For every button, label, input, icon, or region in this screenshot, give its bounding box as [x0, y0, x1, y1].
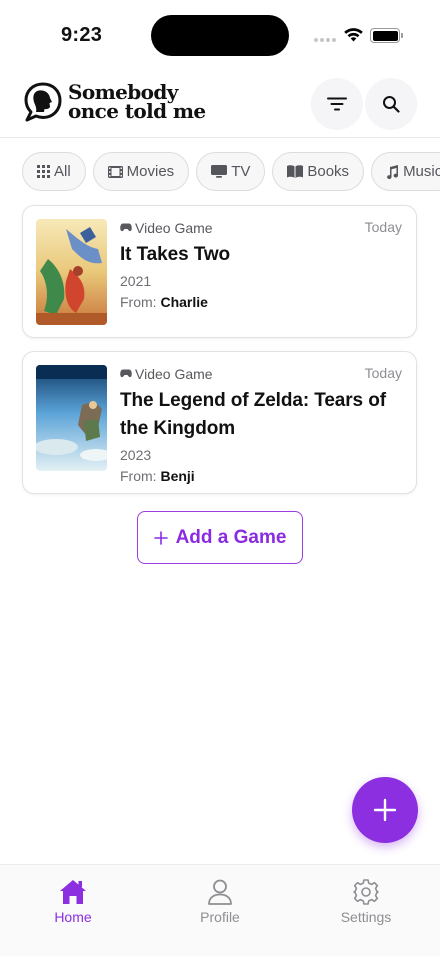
media-type-text: Video Game: [135, 365, 213, 382]
from-label: From:: [120, 294, 157, 310]
game-cover-image: [36, 219, 107, 325]
search-button[interactable]: [365, 78, 417, 130]
tab-profile[interactable]: Profile: [165, 879, 275, 925]
recommended-by: From: Benji: [120, 466, 402, 486]
person-icon: [208, 879, 232, 905]
media-type-text: Video Game: [135, 219, 213, 236]
recommendation-date: Today: [364, 365, 402, 381]
tab-home[interactable]: Home: [18, 879, 128, 925]
game-title: It Takes Two: [120, 244, 231, 265]
film-icon: [107, 165, 123, 178]
search-icon: [383, 96, 400, 113]
category-chip-label: All: [54, 163, 71, 180]
game-title: The Legend of Zelda: Tears of the Kingdo…: [120, 390, 386, 439]
category-chip-movies[interactable]: Movies: [92, 152, 190, 191]
tab-label: Home: [54, 909, 92, 925]
music-note-icon: [387, 164, 399, 179]
tv-icon: [211, 165, 228, 178]
status-time: 9:23: [61, 24, 103, 46]
home-icon: [60, 880, 86, 904]
bottom-tab-bar: Home Profile Settings: [0, 864, 440, 956]
recommendation-card[interactable]: Video Game Today The Legend of Zelda: Te…: [22, 351, 417, 494]
dynamic-island: [151, 15, 289, 56]
media-type-label: Video Game: [120, 219, 402, 236]
recommendation-date: Today: [364, 219, 402, 235]
plus-icon: [153, 530, 168, 545]
filter-icon: [327, 97, 347, 111]
tab-label: Profile: [200, 909, 240, 925]
gamepad-icon: [120, 223, 132, 232]
recommendation-details: Video Game Today It Takes Two 2021 From:…: [120, 219, 402, 312]
add-game-label: Add a Game: [175, 526, 287, 548]
tab-label: Settings: [340, 909, 392, 925]
book-icon: [287, 165, 304, 178]
gear-icon: [353, 879, 379, 905]
cellular-signal-icon: [314, 38, 336, 42]
category-chip-label: Music: [403, 163, 440, 180]
category-chip-music[interactable]: Music: [371, 152, 440, 191]
category-chip-all[interactable]: All: [22, 152, 86, 191]
wifi-icon: [344, 28, 363, 42]
release-year: 2023: [120, 447, 152, 463]
category-chip-label: TV: [231, 163, 251, 180]
filter-button[interactable]: [311, 78, 363, 130]
from-label: From:: [120, 468, 157, 484]
plus-icon: [373, 798, 397, 822]
app-header: Somebody once told me: [0, 72, 440, 138]
release-year: 2021: [120, 273, 152, 289]
logo-line-2: once told me: [68, 99, 206, 123]
recommender-name: Benji: [160, 468, 195, 484]
category-chip-label: Movies: [126, 163, 175, 180]
recommended-by: From: Charlie: [120, 292, 402, 312]
game-cover-image: [36, 365, 107, 471]
status-bar: 9:23: [0, 0, 440, 72]
category-chip-books[interactable]: Books: [272, 152, 365, 191]
speech-bubble-head-logo-icon: [24, 82, 62, 122]
gamepad-icon: [120, 369, 132, 378]
floating-add-button[interactable]: [352, 777, 418, 843]
battery-icon: [370, 28, 403, 43]
add-game-button[interactable]: Add a Game: [137, 511, 303, 564]
media-type-label: Video Game: [120, 365, 402, 382]
tab-settings[interactable]: Settings: [311, 879, 421, 925]
category-chip-label: Books: [307, 163, 350, 180]
app-logo-text: Somebody once told me: [68, 82, 206, 123]
recommendation-details: Video Game Today The Legend of Zelda: Te…: [120, 365, 402, 486]
category-filter-bar: All Movies TV Books Music: [22, 152, 440, 191]
app-logo[interactable]: Somebody once told me: [22, 81, 206, 123]
recommender-name: Charlie: [160, 294, 208, 310]
grid-icon: [37, 165, 50, 178]
recommendation-card[interactable]: Video Game Today It Takes Two 2021 From:…: [22, 205, 417, 338]
category-chip-tv[interactable]: TV: [196, 152, 266, 191]
